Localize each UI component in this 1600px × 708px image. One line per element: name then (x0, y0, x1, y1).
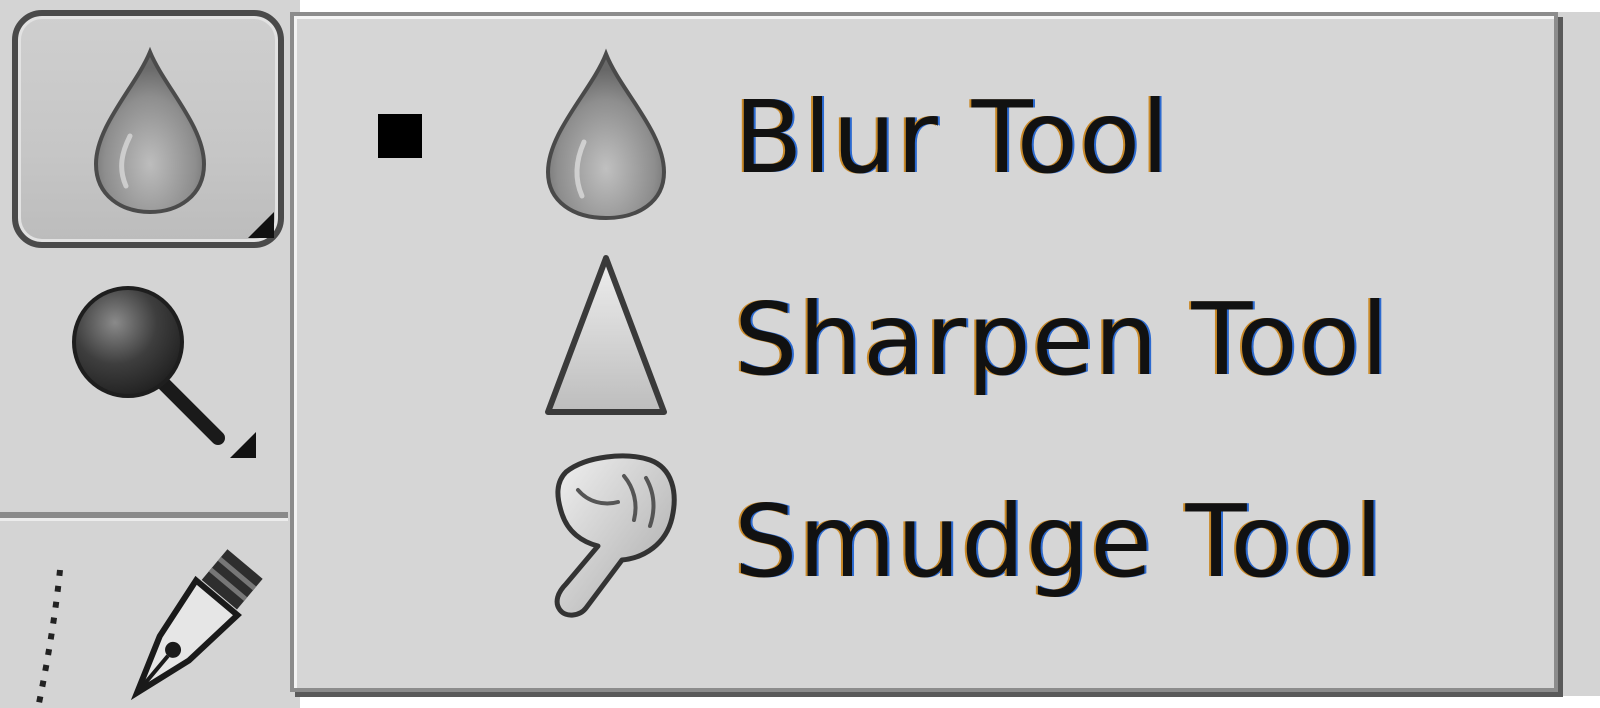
blur-tool-button[interactable] (12, 10, 284, 248)
menu-item-label: Sharpen Tool (734, 281, 1390, 398)
tool-group-corner-icon (248, 212, 274, 238)
menu-item-label: Smudge Tool (734, 483, 1384, 600)
menu-item-smudge-tool[interactable]: Smudge Tool (294, 436, 1554, 636)
dodge-tool-button[interactable] (30, 262, 270, 492)
pen-icon (35, 549, 263, 708)
selected-square-icon (378, 114, 422, 158)
menu-item-blur-tool[interactable]: Blur Tool (294, 36, 1554, 236)
canvas-edge-bottom (300, 696, 1600, 708)
smudge-finger-icon (554, 453, 677, 618)
tools-panel (0, 0, 300, 708)
menu-item-label: Blur Tool (734, 79, 1170, 196)
toolbar-separator (0, 512, 288, 521)
sharpen-triangle-icon (545, 255, 667, 415)
tool-group-corner-icon (230, 432, 256, 458)
pen-tool-button[interactable] (30, 540, 280, 708)
blur-drop-icon (93, 46, 207, 215)
blur-drop-icon (545, 48, 667, 221)
menu-item-sharpen-tool[interactable]: Sharpen Tool (294, 236, 1554, 436)
canvas-edge-top (300, 0, 1600, 12)
tool-flyout-menu: Blur Tool Sharpen Tool Smudge Tool (290, 12, 1558, 692)
